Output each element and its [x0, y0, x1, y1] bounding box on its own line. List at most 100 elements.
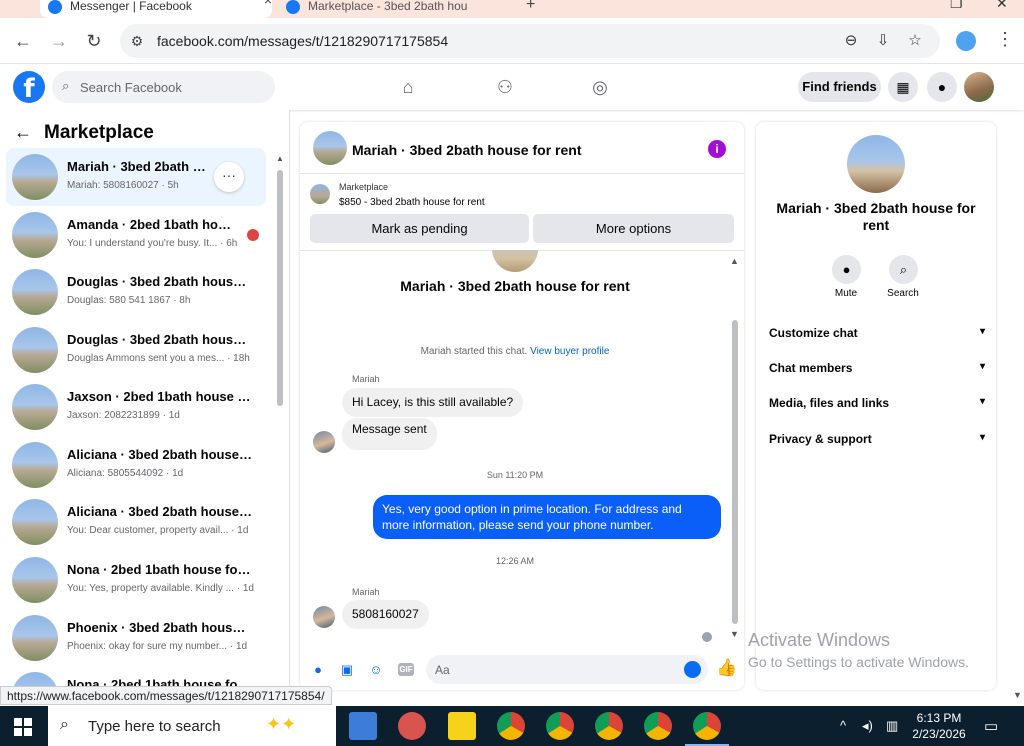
extension-icon[interactable]	[956, 31, 976, 51]
chat-preview: Phoenix: okay for sure my number... · 1d	[67, 641, 248, 652]
info-avatar[interactable]	[847, 135, 905, 193]
file-explorer-icon[interactable]	[349, 712, 377, 740]
customize-chat-section[interactable]: Customize chat ▾	[769, 326, 985, 340]
home-icon[interactable]: ⌂	[396, 77, 420, 99]
scroll-up-icon[interactable]: ▲	[730, 256, 739, 266]
section-label: Chat members	[769, 361, 853, 375]
listing-thumbnail	[12, 327, 58, 373]
system-clock[interactable]: 6:13 PM 2/23/2026	[906, 710, 972, 742]
info-icon[interactable]: i	[708, 140, 726, 158]
friends-icon[interactable]: ⚇	[493, 77, 517, 99]
sender-avatar[interactable]	[313, 431, 335, 453]
sticky-notes-icon[interactable]	[448, 712, 476, 740]
timestamp: 12:26 AM	[495, 556, 535, 566]
photo-icon[interactable]: ▣	[339, 662, 355, 678]
volume-icon[interactable]: ◂)	[862, 718, 873, 734]
browser-menu-icon[interactable]: ⋮	[996, 29, 1014, 50]
mark-as-pending-button[interactable]: Mark as pending	[310, 214, 529, 243]
page-scroll-down-icon[interactable]: ▼	[1013, 690, 1022, 700]
sticker-icon[interactable]: ☺	[368, 662, 384, 678]
outgoing-message[interactable]: Yes, very good option in prime location.…	[373, 495, 721, 539]
network-icon[interactable]: ▥	[886, 718, 898, 734]
chat-item[interactable]: Douglas · 3bed 2bath house for rent Doug…	[6, 321, 266, 379]
facebook-search-input[interactable]: ⌕ Search Facebook	[52, 71, 275, 103]
listing-thumbnail	[12, 557, 58, 603]
forward-icon[interactable]: →	[48, 30, 70, 52]
menu-grid-icon[interactable]: ▦	[888, 72, 918, 102]
back-arrow-icon[interactable]: ←	[14, 122, 32, 142]
notifications-bell-icon[interactable]: ●	[927, 72, 957, 102]
chrome-profile-icon[interactable]	[685, 712, 729, 746]
media-files-links-section[interactable]: Media, files and links ▾	[769, 396, 985, 410]
conversation-avatar[interactable]	[313, 131, 347, 165]
like-thumb-icon[interactable]: 👍	[716, 658, 737, 678]
gif-icon[interactable]: GIF	[398, 663, 414, 676]
chat-members-section[interactable]: Chat members ▾	[769, 361, 985, 375]
mute-icon[interactable]: ●	[832, 255, 861, 284]
chat-item[interactable]: Douglas · 3bed 2bath house for rent Doug…	[6, 263, 266, 321]
chat-item[interactable]: Aliciana · 3bed 2bath house for rent Ali…	[6, 436, 266, 494]
profile-avatar[interactable]	[964, 72, 994, 102]
sender-avatar[interactable]	[313, 606, 335, 628]
more-options-icon[interactable]: ···	[214, 162, 244, 192]
scroll-down-icon[interactable]: ▼	[730, 629, 739, 639]
paint-app-icon[interactable]	[398, 712, 426, 740]
install-app-icon[interactable]: ⇩	[872, 30, 894, 52]
chat-item[interactable]: Amanda · 2bed 1bath house for rent You: …	[6, 206, 266, 264]
status-bar-url: https://www.facebook.com/messages/t/1218…	[0, 686, 332, 705]
zoom-icon[interactable]: ⊖	[840, 30, 862, 52]
chrome-profile-icon[interactable]	[497, 712, 525, 740]
tab-messenger[interactable]: Messenger | Facebook ×	[40, 0, 272, 18]
incoming-message[interactable]: Message sent	[342, 418, 437, 450]
chat-name: Mariah · 3bed 2bath house for rent	[67, 159, 212, 174]
scrollbar-thumb[interactable]	[277, 170, 283, 406]
privacy-support-section[interactable]: Privacy & support ▾	[769, 432, 985, 446]
chat-item[interactable]: Nona · 2bed 1bath house for rent	[6, 666, 266, 688]
groups-icon[interactable]: ◎	[588, 77, 612, 99]
taskbar-search-input[interactable]: ⌕ Type here to search ✦✦	[48, 706, 336, 746]
close-tab-icon[interactable]: ×	[264, 0, 272, 7]
view-buyer-profile-link[interactable]: View buyer profile	[530, 346, 609, 357]
chat-item[interactable]: Aliciana · 3bed 2bath house for rent You…	[6, 493, 266, 551]
microphone-icon[interactable]: ●	[310, 662, 326, 678]
emoji-icon[interactable]	[684, 661, 701, 678]
back-icon[interactable]: ←	[12, 30, 34, 52]
bookmark-star-icon[interactable]: ☆	[904, 30, 926, 52]
chrome-profile-icon[interactable]	[546, 712, 574, 740]
facebook-favicon-icon	[48, 0, 62, 14]
facebook-logo-icon[interactable]: f	[13, 71, 45, 103]
scroll-up-icon[interactable]: ▲	[276, 154, 284, 163]
tray-chevron-icon[interactable]: ^	[840, 718, 846, 733]
new-tab-icon[interactable]: +	[526, 0, 535, 14]
chat-item[interactable]: Nona · 2bed 1bath house for rent You: Ye…	[6, 551, 266, 609]
site-settings-icon[interactable]: ⚙	[124, 29, 150, 53]
windows-start-icon[interactable]	[14, 718, 32, 736]
chat-item[interactable]: Jaxson · 2bed 1bath house for rent Jaxso…	[6, 378, 266, 436]
activate-title: Activate Windows	[748, 630, 891, 650]
chrome-profile-icon[interactable]	[595, 712, 623, 740]
chat-name: Nona · 2bed 1bath house for rent	[67, 562, 252, 577]
chat-item[interactable]: Mariah · 3bed 2bath house for rent Maria…	[6, 148, 266, 206]
incoming-message[interactable]: 5808160027	[342, 600, 429, 629]
tab-marketplace[interactable]: Marketplace - 3bed 2bath hou	[282, 0, 502, 18]
window-close-icon[interactable]: ✕	[996, 0, 1008, 12]
conversation-scrollbar[interactable]: ▲ ▼	[730, 256, 740, 642]
conversation-title[interactable]: Mariah · 3bed 2bath house for rent	[352, 142, 581, 158]
message-input[interactable]: Aa	[426, 655, 708, 684]
chrome-profile-icon[interactable]	[644, 712, 672, 740]
scrollbar-thumb[interactable]	[732, 320, 738, 624]
find-friends-button[interactable]: Find friends	[798, 72, 881, 102]
reload-icon[interactable]: ↻	[83, 30, 105, 52]
chat-item[interactable]: Phoenix · 3bed 2bath house for rent Phoe…	[6, 609, 266, 667]
notification-center-icon[interactable]: ▭	[984, 717, 998, 735]
more-options-button[interactable]: More options	[533, 214, 734, 243]
chat-list-scrollbar[interactable]: ▲	[276, 154, 284, 410]
listing-price[interactable]: $850 - 3bed 2bath house for rent	[339, 197, 485, 208]
maximize-icon[interactable]: ❐	[950, 0, 963, 12]
url-text[interactable]: facebook.com/messages/t/1218290717175854	[157, 33, 448, 49]
address-bar[interactable]: ⚙ facebook.com/messages/t/12182907171758…	[120, 24, 940, 58]
incoming-message[interactable]: Hi Lacey, is this still available?	[342, 388, 524, 417]
system-message: Mariah started this chat. View buyer pro…	[300, 346, 730, 357]
listing-thumbnail	[12, 212, 58, 258]
search-icon[interactable]: ⌕	[889, 255, 918, 284]
